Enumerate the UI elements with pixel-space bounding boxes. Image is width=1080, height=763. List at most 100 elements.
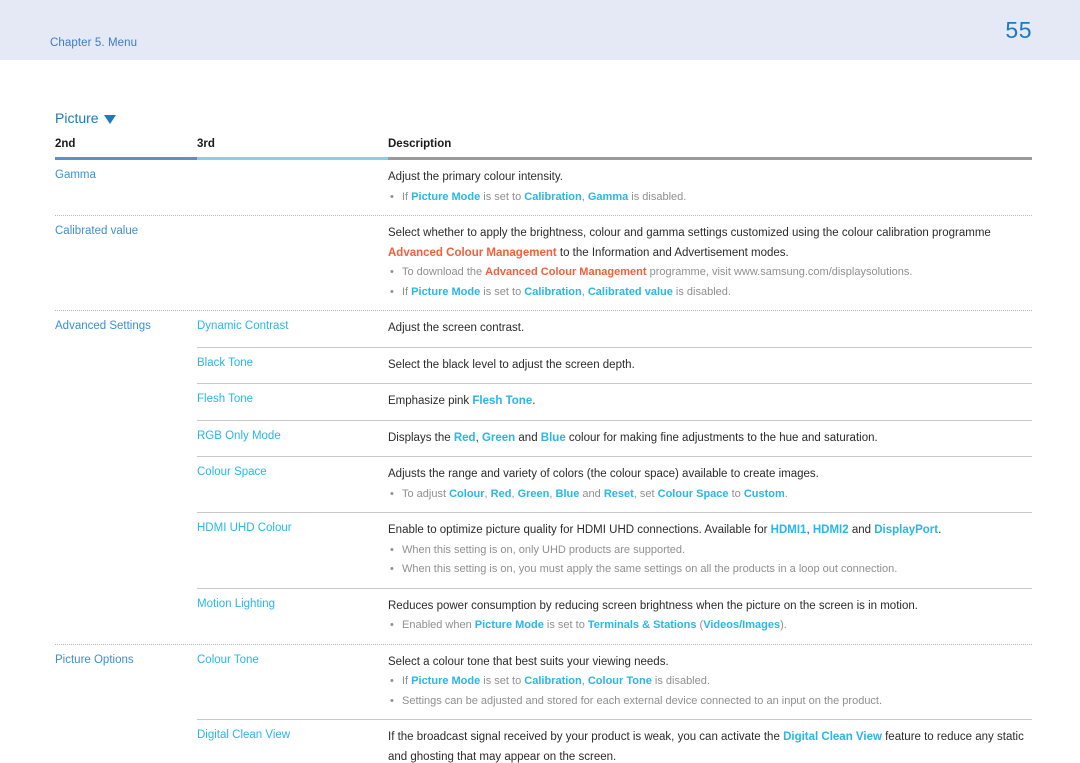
setting-label-3rd[interactable]: RGB Only Mode: [197, 430, 388, 442]
table-subrow: Black Tone Select the black level to adju…: [197, 348, 1032, 384]
keyword-blue: Digital Clean View: [783, 731, 882, 743]
setting-label-3rd[interactable]: Digital Clean View: [197, 729, 388, 741]
table-row: Advanced Settings Dynamic Contrast Adjust …: [55, 311, 1032, 645]
keyword-orange: Advanced Colour Management: [388, 246, 557, 259]
setting-label-2nd[interactable]: Calibrated value: [55, 225, 197, 237]
subrow-container: Adjust the primary colour intensity. If P…: [197, 160, 1032, 215]
cell-3rd: RGB Only Mode: [197, 421, 388, 457]
text-fragment: .: [784, 487, 788, 500]
text-fragment: Select whether to apply the brightness, …: [388, 227, 991, 239]
cell-3rd: Dynamic Contrast: [197, 311, 388, 347]
text-fragment: and: [848, 524, 875, 536]
description-bullet: When this setting is on, only UHD produc…: [388, 541, 1032, 561]
cell-description: If the broadcast signal received by your…: [388, 720, 1032, 763]
text-fragment: Reduces power consumption by reducing sc…: [388, 599, 918, 612]
cell-2nd: Gamma: [55, 160, 197, 215]
description-bullet: If Picture Mode is set to Calibration, C…: [388, 672, 1032, 692]
table-subrow: Select whether to apply the brightness, …: [197, 216, 1032, 310]
cell-description: Adjust the screen contrast.: [388, 311, 1032, 347]
text-fragment: is disabled.: [651, 675, 710, 687]
keyword-blue: DisplayPort: [874, 524, 939, 536]
cell-3rd: Black Tone: [197, 348, 388, 384]
text-fragment: is set to: [480, 190, 525, 203]
description-text: Adjust the screen contrast.: [388, 319, 1032, 339]
text-fragment: and: [515, 431, 541, 444]
text-fragment: to the Information and Advertisement mod…: [556, 246, 789, 259]
description-text: Enable to optimize picture quality for H…: [388, 521, 1032, 541]
setting-label-3rd[interactable]: Motion Lighting: [197, 598, 388, 610]
keyword-blue: Picture Mode: [411, 190, 481, 203]
keyword-blue: Picture Mode: [411, 285, 481, 298]
keyword-blue: HDMI1: [770, 524, 807, 536]
cell-3rd: Flesh Tone: [197, 384, 388, 420]
keyword-blue: Blue: [555, 487, 580, 500]
text-fragment: and: [579, 487, 604, 500]
setting-label-3rd[interactable]: HDMI UHD Colour: [197, 522, 388, 534]
description-text: If the broadcast signal received by your…: [388, 728, 1032, 763]
cell-description: Select the black level to adjust the scr…: [388, 348, 1032, 384]
description-text: Select the black level to adjust the scr…: [388, 356, 1032, 376]
keyword-blue: Colour Space: [657, 487, 729, 500]
keyword-blue: Colour Tone: [587, 675, 652, 687]
setting-label-3rd[interactable]: Colour Tone: [197, 654, 388, 666]
setting-label-3rd[interactable]: Flesh Tone: [197, 393, 388, 405]
description-text: Emphasize pink Flesh Tone.: [388, 392, 1032, 412]
setting-label-3rd[interactable]: Colour Space: [197, 466, 388, 478]
cell-description: Reduces power consumption by reducing sc…: [388, 589, 1032, 644]
cell-3rd: [197, 216, 388, 310]
subrow-container: Colour Tone Select a colour tone that bes…: [197, 645, 1032, 763]
text-fragment: is set to: [480, 675, 525, 687]
text-fragment: When this setting is on, you must apply …: [402, 563, 898, 575]
subrow-container: Select whether to apply the brightness, …: [197, 216, 1032, 310]
setting-label-2nd[interactable]: Advanced Settings: [55, 320, 197, 332]
text-fragment: to: [728, 487, 744, 500]
text-fragment: colour for making fine adjustments to th…: [565, 431, 878, 444]
text-fragment: If: [402, 285, 412, 298]
keyword-blue: HDMI2: [812, 524, 849, 536]
cell-3rd: Colour Space: [197, 457, 388, 512]
keyword-orange: Advanced Colour Management: [485, 266, 647, 278]
text-fragment: To download the: [402, 266, 486, 278]
description-bullet: If Picture Mode is set to Calibration, C…: [388, 283, 1032, 303]
table-subrow: Motion Lighting Reduces power consumption…: [197, 589, 1032, 644]
text-fragment: is set to: [480, 285, 525, 298]
table-subrow: Dynamic Contrast Adjust the screen contra…: [197, 311, 1032, 348]
table-row: Gamma Adjust the primary colour intensity…: [55, 160, 1032, 216]
keyword-blue: Picture Mode: [474, 619, 544, 631]
setting-label-3rd[interactable]: Black Tone: [197, 357, 388, 369]
cell-2nd: Advanced Settings: [55, 311, 197, 644]
text-fragment: Displays the: [388, 431, 454, 444]
chapter-label: Chapter 5. Menu: [50, 37, 138, 49]
table-subrow: Colour Tone Select a colour tone that bes…: [197, 645, 1032, 720]
text-fragment: is disabled.: [672, 285, 731, 298]
setting-label-2nd[interactable]: Gamma: [55, 169, 197, 181]
document-page: Chapter 5. Menu 55 Picture 2nd 3rd Descr…: [0, 0, 1080, 763]
table-subrow: RGB Only Mode Displays the Red, Green and…: [197, 421, 1032, 457]
keyword-blue: Calibration: [524, 675, 582, 687]
setting-label-2nd[interactable]: Picture Options: [55, 654, 197, 666]
description-text: Reduces power consumption by reducing sc…: [388, 597, 1032, 617]
text-fragment: is disabled.: [628, 190, 687, 203]
text-fragment: To adjust: [402, 487, 450, 500]
page-number: 55: [1005, 17, 1032, 43]
setting-label-3rd[interactable]: Dynamic Contrast: [197, 320, 388, 332]
keyword-blue: Custom: [743, 487, 785, 500]
settings-table: 2nd 3rd Description Gamma Adjust the prim…: [55, 138, 1032, 763]
keyword-blue: Calibration: [524, 190, 582, 203]
text-fragment: Adjust the primary colour intensity.: [388, 171, 563, 183]
section-title: Picture: [55, 110, 99, 126]
text-fragment: is set to: [543, 619, 588, 631]
cell-3rd: [197, 160, 388, 215]
description-bullet: Settings can be adjusted and stored for …: [388, 692, 1032, 712]
text-fragment: Select the black level to adjust the scr…: [388, 358, 635, 371]
keyword-blue: Calibrated value: [587, 285, 673, 298]
table-row: Calibrated value Select whether to apply …: [55, 216, 1032, 311]
table-subrow: Colour Space Adjusts the range and variet…: [197, 457, 1032, 513]
cell-2nd: Picture Options: [55, 645, 197, 763]
keyword-blue: Calibration: [524, 285, 582, 298]
text-fragment: If: [402, 675, 412, 687]
cell-3rd: Digital Clean View: [197, 720, 388, 763]
table-row: Picture Options Colour Tone Select a colou…: [55, 645, 1032, 763]
description-text: Adjusts the range and variety of colors …: [388, 465, 1032, 485]
description-text: Displays the Red, Green and Blue colour …: [388, 429, 1032, 449]
